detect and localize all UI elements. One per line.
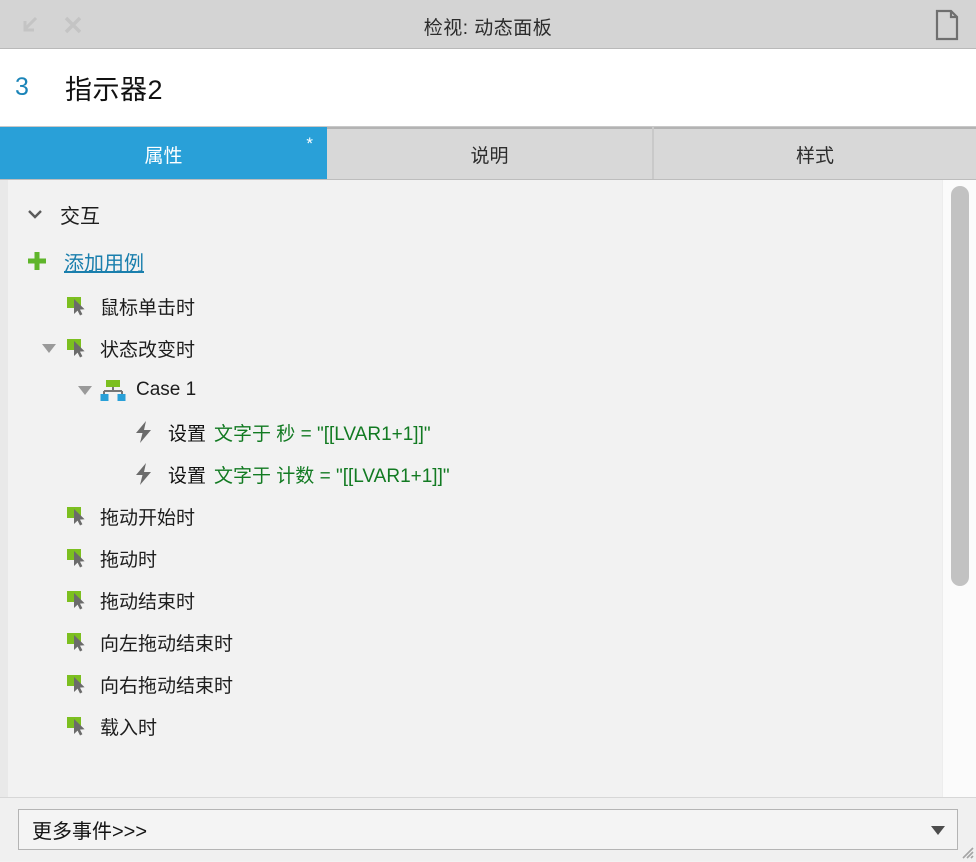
scrollbar-thumb[interactable] [951,186,969,586]
tab-properties[interactable]: 属性 * [0,127,327,179]
tree-action-detail: 文字于 秒 = "[[LVAR1+1]]" [214,423,431,445]
object-name: 指示器2 [65,75,164,105]
tree-event-row[interactable]: 向左拖动结束时 [8,621,934,663]
object-index: 3 [15,73,29,101]
tree-section-label: 交互 [60,205,100,228]
event-cursor-icon [62,588,92,612]
tree-action-row[interactable]: 设置 文字于 计数 = "[[LVAR1+1]]" [8,453,934,495]
plus-icon [22,250,52,272]
document-icon[interactable] [932,8,962,42]
tree-action-row[interactable]: 设置 文字于 秒 = "[[LVAR1+1]]" [8,411,934,453]
tree-event-row[interactable]: 拖动时 [8,537,934,579]
tree-event-row[interactable]: 拖动结束时 [8,579,934,621]
tree-action-verb: 设置 [168,423,207,445]
tree-event-row[interactable]: 向右拖动结束时 [8,663,934,705]
event-cursor-icon [62,294,92,318]
interactions-panel: 交互 添加用例 鼠标单击时 状态改变时 Case 1 设置 文字于 秒 = "[… [0,180,976,797]
event-cursor-icon [62,672,92,696]
inspector-window: 检视: 动态面板 3 指示器2 属性 * 说明 样式 交互 添加用例 鼠标单击时… [0,0,976,862]
tree-event-row[interactable]: 载入时 [8,705,934,747]
tree-action-verb: 设置 [168,465,207,487]
tree-event-label: 鼠标单击时 [100,297,196,319]
tree-event-label: 拖动开始时 [100,507,196,529]
chevron-down-icon [931,825,945,835]
add-case-button[interactable]: 添加用例 [8,237,934,285]
tree-event-label: 向左拖动结束时 [100,633,234,655]
title-bar: 检视: 动态面板 [0,0,976,49]
lightning-bolt-icon [130,462,160,486]
tab-properties-label: 属性 [144,145,183,167]
twisty-expanded-icon[interactable] [36,339,62,357]
case-sitemap-icon [98,378,128,402]
tab-bar: 属性 * 说明 样式 [0,127,976,180]
tab-notes-label: 说明 [470,145,509,167]
chevron-down-icon [20,204,50,224]
object-header: 3 指示器2 [0,49,976,127]
tree-action-detail: 文字于 计数 = "[[LVAR1+1]]" [214,465,450,487]
interactions-tree: 交互 添加用例 鼠标单击时 状态改变时 Case 1 设置 文字于 秒 = "[… [8,180,934,747]
event-cursor-icon [62,336,92,360]
tree-event-row[interactable]: 状态改变时 [8,327,934,369]
tree-event-row[interactable]: 鼠标单击时 [8,285,934,327]
tree-event-label: 载入时 [100,717,158,739]
tab-notes[interactable]: 说明 [327,127,652,179]
tree-case-label: Case 1 [136,379,197,400]
window-title: 检视: 动态面板 [423,18,553,39]
twisty-expanded-icon[interactable] [72,381,98,399]
event-cursor-icon [62,714,92,738]
more-events-dropdown[interactable]: 更多事件>>> [18,809,958,850]
tree-event-label: 状态改变时 [100,339,196,361]
tab-modified-marker: * [306,134,313,153]
panel-footer: 更多事件>>> [0,797,976,861]
tree-event-label: 拖动结束时 [100,591,196,613]
tab-style[interactable]: 样式 [654,127,976,179]
tree-section-interactions[interactable]: 交互 [8,191,934,237]
tree-event-row[interactable]: 拖动开始时 [8,495,934,537]
lightning-bolt-icon [130,420,160,444]
event-cursor-icon [62,630,92,654]
tree-event-label: 拖动时 [100,549,158,571]
event-cursor-icon [62,546,92,570]
add-case-label: 添加用例 [64,252,144,275]
tab-style-label: 样式 [795,145,834,167]
vertical-scrollbar[interactable] [942,180,976,797]
resize-grip[interactable] [958,843,974,859]
event-cursor-icon [62,504,92,528]
tree-event-label: 向右拖动结束时 [100,675,234,697]
more-events-label: 更多事件>>> [32,821,148,843]
tree-case-row[interactable]: Case 1 [8,369,934,411]
